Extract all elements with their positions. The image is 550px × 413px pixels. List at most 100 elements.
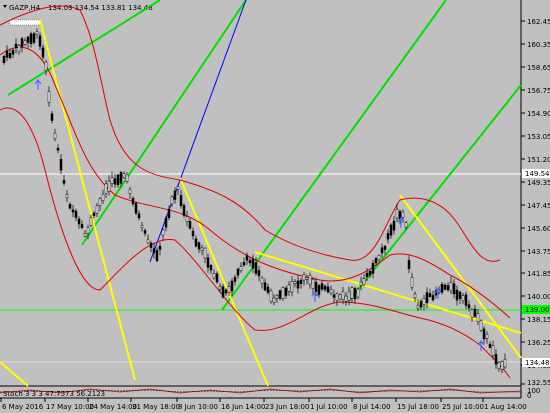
candle-bear [440,283,444,293]
svg-text:158.65: 158.65 [527,64,550,72]
candle-bull [146,239,150,244]
svg-text:149.54: 149.54 [525,170,550,178]
price-tick: 138.15 [521,316,550,324]
collapse-arrow-icon[interactable] [3,5,7,8]
candle-bear [74,210,78,218]
price-axis[interactable]: 162.45 160.35 158.65 156.75 154.90 153.0… [521,18,550,400]
chart-area[interactable]: GAZP,H4 134.09 134.54 133.81 134.48 Stoc… [0,0,550,413]
time-label: 25 Jul 10:00 [440,398,484,411]
candle-bear [452,283,456,295]
svg-text:141.85: 141.85 [527,270,550,278]
candle-bear [431,295,435,301]
price-badge-green: 139.00 [522,305,550,314]
candle-bull [101,193,105,201]
candle-bear [371,263,375,274]
svg-text:162.45: 162.45 [527,18,550,26]
candle-bull [350,287,354,299]
candle-bear [257,270,261,277]
candle-bear [482,328,486,340]
candle-bull [410,277,414,288]
candle-bear [179,195,183,206]
candle-bull [356,288,360,298]
trend-lines[interactable] [0,0,522,387]
svg-text:31 May 18:00: 31 May 18:00 [132,403,180,411]
svg-text:17 May 10:00: 17 May 10:00 [46,403,94,411]
candle-bear [197,242,201,250]
candle-bear [149,242,153,248]
candle-bull [485,334,489,339]
svg-text:16 Jun 14:00: 16 Jun 14:00 [221,403,265,411]
candle-bear [332,294,336,298]
candle-bull [23,40,27,45]
time-label: 8 Jul 14:00 [351,398,391,411]
candle-bear [59,159,63,171]
candle-bull [161,229,165,236]
candle-bear [233,276,237,282]
candle-bear [419,301,423,308]
time-axis[interactable]: 6 May 2016 17 May 10:00 24 May 14:00 31 … [0,398,527,411]
candle-bear [71,209,75,213]
candle-bull [260,277,264,284]
candle-bear [113,178,117,185]
svg-text:1 Aug 14:00: 1 Aug 14:00 [484,403,527,411]
candle-bear [245,255,249,261]
candle-bear [194,238,198,247]
candle-bear [182,205,186,216]
candle-bull [305,277,309,280]
candle-bear [173,190,177,200]
time-label: 23 Jun 18:00 [263,398,309,411]
candle-bull [98,198,102,206]
candle-bull [110,177,114,184]
stochastic-subwindow: Stoch 3 3 3 47.7573 56.2123 [0,388,522,398]
candle-bull [227,286,231,293]
candle-bear [32,33,36,43]
candle-bear [155,250,159,262]
candle-bear [278,290,282,299]
candle-bear [56,147,60,151]
candle-bear [26,36,30,43]
candle-bull [47,91,51,103]
chart-header: GAZP,H4 134.09 134.54 133.81 134.48 [3,4,153,26]
candle-bear [458,291,462,299]
candle-bull [377,255,381,260]
subwindow-scale-bottom: 0 [527,392,531,400]
candle-bull [128,189,132,194]
candle-bull [200,247,204,251]
up-arrow-icon [477,340,485,351]
candle-bear [11,49,15,55]
candle-bear [137,213,141,219]
trend-line-green [349,84,522,301]
price-tick: 136.25 [521,339,550,347]
candle-bear [263,282,267,291]
price-tick: 143.75 [521,248,550,256]
candle-bull [53,133,57,140]
candle-bull [422,298,426,305]
candle-bear [38,35,42,47]
candle-bear [188,221,192,229]
candle-bear [206,257,210,268]
candle-bear [389,224,393,236]
candle-bull [413,293,417,298]
candle-bull [122,173,126,178]
candle-bear [488,343,492,348]
bollinger-bands [0,5,511,379]
candle-bear [77,218,81,225]
candle-bear [50,113,54,121]
svg-text:23 Jun 18:00: 23 Jun 18:00 [265,403,309,411]
candle-bull [491,345,495,356]
svg-text:151.20: 151.20 [527,156,550,164]
price-tick: 151.20 [521,156,550,164]
candle-bear [407,260,411,270]
candle-bull [218,286,222,290]
candle-bull [170,196,174,205]
candle-bear [374,258,378,264]
svg-text:145.60: 145.60 [527,225,550,233]
candle-bear [368,271,372,276]
candle-bull [503,359,507,368]
candle-bull [86,227,90,234]
candle-bull [401,211,405,218]
candle-bull [281,287,285,299]
candle-bull [83,233,87,237]
candle-bull [65,194,69,199]
candle-bear [5,50,9,58]
